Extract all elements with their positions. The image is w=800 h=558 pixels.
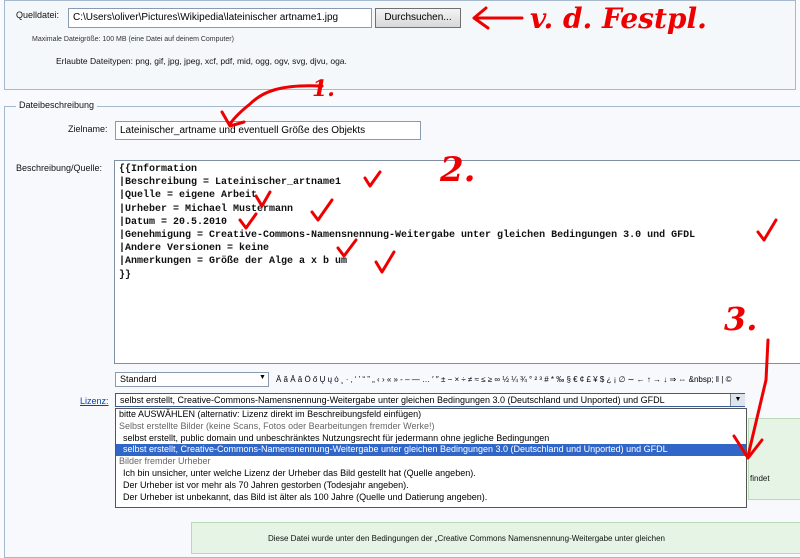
annotation-step-1: 1. bbox=[312, 76, 335, 102]
check-anmerkungen-icon bbox=[374, 250, 396, 274]
arrow-to-browse-icon bbox=[472, 6, 524, 30]
check-quelle-icon bbox=[254, 190, 272, 208]
check-urheber-icon bbox=[310, 198, 334, 222]
annotation-overlay bbox=[220, 6, 778, 460]
arrow-to-target-name-icon bbox=[220, 84, 324, 128]
check-datum-icon bbox=[238, 212, 258, 230]
arrow-to-license-icon bbox=[732, 338, 770, 460]
check-genehmigung-icon bbox=[756, 218, 778, 242]
annotation-source-note: v. d. Festpl. bbox=[530, 2, 707, 35]
check-beschreibung-icon bbox=[363, 170, 382, 188]
annotation-step-3: 3. bbox=[724, 300, 758, 338]
check-versionen-icon bbox=[336, 238, 358, 258]
annotation-step-2: 2. bbox=[440, 150, 476, 190]
